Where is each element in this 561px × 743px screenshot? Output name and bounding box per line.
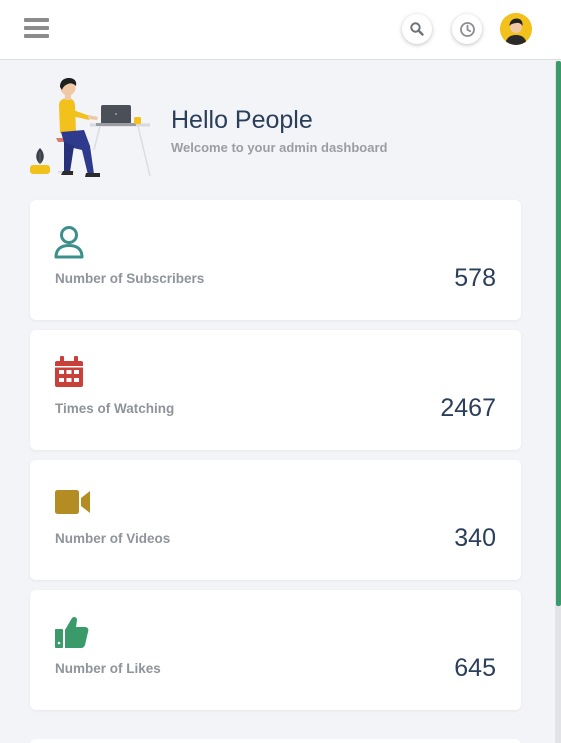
person-at-laptop-illustration bbox=[30, 78, 151, 177]
history-button[interactable] bbox=[452, 14, 482, 44]
stat-card-subscribers[interactable]: Number of Subscribers 578 bbox=[30, 200, 521, 320]
hamburger-menu-icon[interactable] bbox=[24, 18, 49, 40]
stat-label: Number of Subscribers bbox=[55, 271, 205, 286]
stat-card-videos[interactable]: Number of Videos 340 bbox=[30, 460, 521, 580]
greeting-title: Hello People bbox=[171, 106, 313, 134]
clock-icon bbox=[459, 21, 475, 37]
thumbs-up-icon bbox=[55, 616, 89, 648]
video-camera-icon bbox=[55, 490, 90, 514]
stat-label: Number of Likes bbox=[55, 661, 161, 676]
search-icon bbox=[410, 22, 424, 36]
stat-value: 645 bbox=[454, 654, 496, 682]
stat-card-likes[interactable]: Number of Likes 645 bbox=[30, 590, 521, 710]
welcome-hero: Hello People Welcome to your admin dashb… bbox=[28, 76, 528, 186]
stat-label: Number of Videos bbox=[55, 531, 171, 546]
calendar-icon bbox=[55, 356, 83, 387]
next-card-partial bbox=[30, 739, 521, 743]
scrollbar-thumb[interactable] bbox=[556, 61, 561, 606]
greeting-subtitle: Welcome to your admin dashboard bbox=[171, 140, 388, 155]
stat-label: Times of Watching bbox=[55, 401, 175, 416]
stat-value: 2467 bbox=[440, 394, 496, 422]
user-avatar-icon bbox=[500, 13, 532, 45]
search-button[interactable] bbox=[402, 14, 432, 44]
top-bar bbox=[0, 0, 561, 60]
stat-value: 578 bbox=[454, 264, 496, 292]
stat-card-watching[interactable]: Times of Watching 2467 bbox=[30, 330, 521, 450]
stat-value: 340 bbox=[454, 524, 496, 552]
user-icon bbox=[54, 226, 84, 259]
user-avatar[interactable] bbox=[500, 13, 532, 45]
